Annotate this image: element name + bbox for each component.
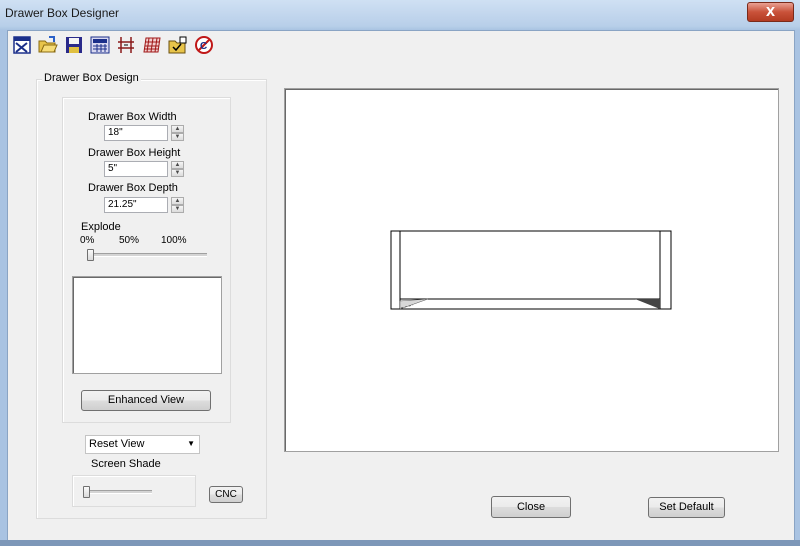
width-field[interactable]: 18" <box>104 125 168 141</box>
chevron-down-icon[interactable]: ▼ <box>187 436 195 452</box>
new-icon[interactable] <box>12 35 32 55</box>
dialog-window: Drawer Box Designer X C Drawer Box Desig… <box>0 0 800 546</box>
explode-tick-0: 0% <box>80 235 95 246</box>
drawer-box-left-side <box>390 230 401 310</box>
set-default-button[interactable]: Set Default <box>648 497 725 518</box>
depth-label: Drawer Box Depth <box>88 182 178 194</box>
mini-preview-box <box>72 276 222 374</box>
depth-spinner: 21.25" ▲ ▼ <box>104 197 184 213</box>
height-label: Drawer Box Height <box>88 147 181 159</box>
explode-tick-100: 100% <box>161 235 187 246</box>
enhanced-view-button[interactable]: Enhanced View <box>81 390 211 411</box>
width-down-arrow[interactable]: ▼ <box>171 133 184 141</box>
width-label: Drawer Box Width <box>88 111 177 123</box>
view-select[interactable]: Reset View ▼ <box>85 435 200 454</box>
save-icon[interactable] <box>64 35 84 55</box>
close-button[interactable]: Close <box>491 496 571 518</box>
depth-field[interactable]: 21.25" <box>104 197 168 213</box>
options-icon[interactable]: C <box>194 35 214 55</box>
dialog-client-area: C Drawer Box Design Drawer Box Width 18"… <box>7 30 795 542</box>
view-select-value: Reset View <box>89 438 145 450</box>
explode-slider-track[interactable] <box>87 253 207 257</box>
drawer-box-drawing <box>390 230 672 310</box>
depth-down-arrow[interactable]: ▼ <box>171 205 184 213</box>
explode-slider-thumb[interactable] <box>87 249 94 261</box>
export-icon[interactable] <box>168 35 188 55</box>
calculator-icon[interactable] <box>90 35 110 55</box>
title-bar: Drawer Box Designer X <box>0 0 800 30</box>
height-spinner: 5" ▲ ▼ <box>104 161 184 177</box>
screen-shade-slider-thumb[interactable] <box>83 486 90 498</box>
svg-text:C: C <box>200 41 207 52</box>
drawing-canvas[interactable] <box>284 88 779 452</box>
width-up-arrow[interactable]: ▲ <box>171 125 184 133</box>
height-down-arrow[interactable]: ▼ <box>171 169 184 177</box>
window-close-button[interactable]: X <box>747 2 794 22</box>
grid-icon[interactable] <box>142 35 162 55</box>
depth-up-arrow[interactable]: ▲ <box>171 197 184 205</box>
drawer-box-right-side <box>659 230 672 310</box>
window-bottom-border <box>0 540 800 546</box>
height-up-arrow[interactable]: ▲ <box>171 161 184 169</box>
drawer-box-front <box>390 230 672 310</box>
drawer-box-design-label: Drawer Box Design <box>42 72 141 84</box>
open-folder-icon[interactable] <box>38 35 58 55</box>
window-title: Drawer Box Designer <box>5 6 120 20</box>
width-spinner: 18" ▲ ▼ <box>104 125 184 141</box>
screen-shade-label: Screen Shade <box>91 458 161 470</box>
explode-label: Explode <box>81 221 121 233</box>
cnc-button[interactable]: CNC <box>209 486 243 503</box>
explode-tick-50: 50% <box>119 235 140 246</box>
screen-shade-slider-track[interactable] <box>84 490 152 494</box>
height-field[interactable]: 5" <box>104 161 168 177</box>
dimension-icon[interactable] <box>116 35 136 55</box>
